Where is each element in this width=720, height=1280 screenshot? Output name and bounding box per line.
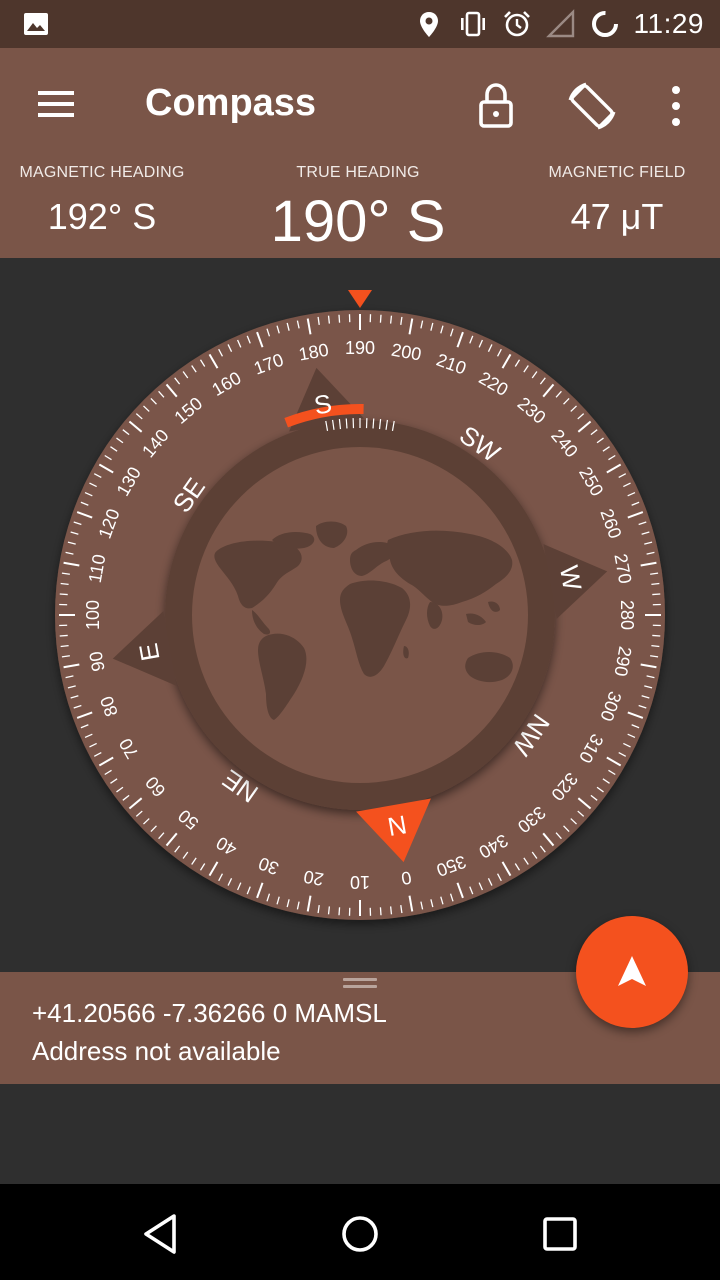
degree-label: 190 bbox=[345, 338, 375, 358]
status-bar: 11:29 bbox=[0, 0, 720, 48]
home-icon[interactable] bbox=[334, 1208, 386, 1260]
degree-tick bbox=[59, 634, 68, 637]
degree-tick bbox=[652, 634, 661, 637]
app-title: Compass bbox=[145, 82, 317, 124]
true-heading: TRUE HEADING 190° S bbox=[220, 160, 496, 255]
degree-tick bbox=[59, 593, 68, 596]
degree-label: 10 bbox=[350, 872, 370, 892]
degree-label: 280 bbox=[617, 600, 637, 630]
degree-label: 100 bbox=[83, 600, 103, 630]
true-heading-label: TRUE HEADING bbox=[296, 164, 420, 181]
magnetic-heading-value: 192° S bbox=[47, 196, 157, 237]
magnetic-heading: MAGNETIC HEADING 192° S bbox=[12, 160, 192, 238]
app-bar: Compass bbox=[0, 48, 720, 160]
back-icon[interactable] bbox=[134, 1208, 186, 1260]
true-heading-value: 190° S bbox=[270, 189, 446, 254]
magnetic-heading-label: MAGNETIC HEADING bbox=[19, 164, 185, 181]
magnetic-field: MAGNETIC FIELD 47 μT bbox=[530, 160, 704, 238]
degree-tick bbox=[389, 906, 393, 915]
degree-tick bbox=[651, 644, 660, 648]
menu-icon[interactable] bbox=[26, 80, 86, 128]
vibrate-icon bbox=[460, 11, 485, 37]
location-icon bbox=[419, 12, 438, 37]
degree-tick bbox=[651, 582, 660, 586]
degree-label: 20 bbox=[302, 866, 325, 889]
heading-indicator-icon bbox=[348, 290, 372, 308]
degree-tick bbox=[327, 906, 331, 915]
degree-tick bbox=[652, 593, 661, 596]
degree-tick bbox=[389, 315, 393, 324]
alarm-icon bbox=[503, 11, 530, 37]
degree-tick bbox=[338, 907, 341, 916]
heading-tick bbox=[372, 418, 375, 429]
recents-icon[interactable] bbox=[534, 1208, 586, 1260]
image-icon bbox=[24, 13, 48, 35]
location-coordinates: +41.20566 -7.36266 0 MAMSL bbox=[32, 998, 387, 1028]
degree-tick bbox=[60, 582, 69, 586]
more-vert-icon[interactable] bbox=[654, 80, 698, 132]
signal-icon bbox=[545, 9, 574, 38]
degree-label: 90 bbox=[85, 650, 108, 673]
heading-tick bbox=[345, 418, 348, 429]
magnetic-field-value: 47 μT bbox=[570, 196, 664, 237]
sync-icon bbox=[591, 11, 618, 37]
location-address: Address not available bbox=[32, 1036, 281, 1066]
degree-tick bbox=[379, 907, 382, 916]
status-time: 11:29 bbox=[633, 8, 704, 39]
degree-tick bbox=[60, 644, 69, 648]
degree-tick bbox=[327, 315, 331, 324]
lock-icon[interactable] bbox=[468, 78, 524, 134]
navigation-arrow-icon bbox=[618, 956, 646, 986]
heading-readouts: MAGNETIC HEADING 192° S TRUE HEADING 190… bbox=[0, 160, 720, 258]
drag-handle-icon[interactable] bbox=[343, 978, 377, 992]
screen-rotation-icon[interactable] bbox=[560, 76, 624, 136]
degree-tick bbox=[379, 314, 382, 323]
magnetic-field-label: MAGNETIC FIELD bbox=[548, 164, 686, 181]
system-nav-bar bbox=[0, 1184, 720, 1280]
degree-tick bbox=[338, 314, 341, 323]
compass-area: 0 10 20 30 40 50 60 70 80 90 100 110 120 130 140 150 160… bbox=[0, 258, 720, 972]
compass-dial[interactable]: 0102030405060708090100110120130140150160… bbox=[0, 258, 720, 972]
navigation-fab-button[interactable] bbox=[576, 916, 688, 1028]
